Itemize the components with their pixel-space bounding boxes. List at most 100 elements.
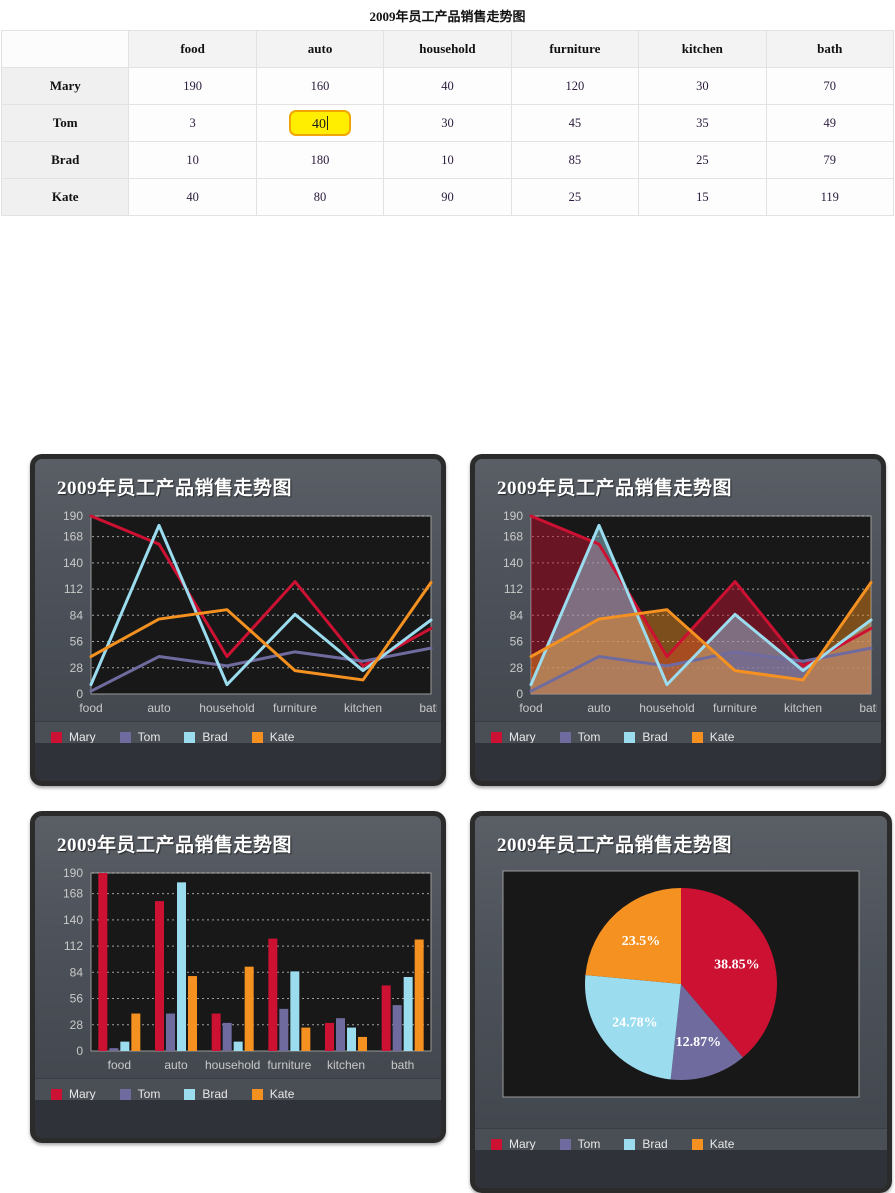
legend-label: Kate (709, 730, 735, 744)
legend-item-mary[interactable]: Mary (491, 1137, 536, 1151)
legend-label: Tom (137, 730, 161, 744)
svg-text:auto: auto (587, 701, 611, 715)
legend-item-tom[interactable]: Tom (119, 730, 161, 744)
panel-line-footer (35, 743, 441, 781)
cell-tom-bath[interactable]: 49 (765, 104, 895, 142)
legend-item-tom[interactable]: Tom (119, 1087, 160, 1101)
panel-area-title: 2009年员工产品销售走势图 (497, 478, 733, 499)
cell-kate-bath[interactable]: 119 (765, 178, 895, 216)
cell-mary-bath[interactable]: 70 (765, 67, 895, 105)
table-row: Mary 190 160 40 120 30 70 (0, 67, 895, 105)
legend-swatch-icon (119, 731, 131, 743)
page-title: 2009年员工产品销售走势图 (369, 9, 526, 24)
legend-item-brad[interactable]: Brad (184, 730, 228, 744)
area-chart-plot: 0 28 56 84 112 140 168 190 food auto household furn… (489, 508, 877, 726)
cell-tom-household[interactable]: 30 (383, 104, 512, 142)
svg-text:56: 56 (70, 635, 84, 649)
legend-item-brad[interactable]: Brad (624, 1137, 668, 1151)
legend-label: Tom (577, 730, 601, 744)
cell-kate-kitchen[interactable]: 15 (638, 178, 767, 216)
svg-text:23.5%: 23.5% (622, 934, 661, 949)
svg-text:kitchen: kitchen (344, 701, 382, 715)
svg-text:bath: bath (391, 1058, 414, 1072)
legend-swatch-icon (251, 731, 263, 743)
column-header-auto: auto (255, 30, 385, 68)
legend-swatch-icon (559, 1138, 571, 1150)
sales-data-table: food auto household furniture kitchen ba… (0, 30, 895, 216)
cell-mary-auto[interactable]: 160 (255, 67, 385, 105)
bar-chart-svg: 0285684112140168190food auto household furn… (63, 866, 432, 1072)
line-chart-plot: 0 28 56 84 112 140 168 190 food auto household furn… (49, 508, 437, 726)
panel-line-chart: 2009年员工产品销售走势图 0 28 56 84 112 140 168 190 food au… (30, 454, 446, 786)
text-cursor (327, 116, 329, 130)
cell-brad-household[interactable]: 10 (383, 141, 512, 179)
cell-tom-furniture[interactable]: 45 (510, 104, 640, 142)
legend-label: Mary (69, 730, 96, 744)
legend-item-kate[interactable]: Kate (691, 730, 735, 744)
svg-text:bath: bath (419, 701, 437, 715)
legend-swatch-icon (624, 731, 636, 743)
legend-item-mary[interactable]: Mary (51, 1087, 96, 1101)
cell-mary-food[interactable]: 190 (128, 67, 257, 105)
cell-mary-household[interactable]: 40 (383, 67, 512, 105)
svg-text:furniture: furniture (273, 701, 317, 715)
cell-brad-furniture[interactable]: 85 (510, 141, 640, 179)
panel-area-chart: 2009年员工产品销售走势图 0 28 56 84 112 140 168 190 food au… (470, 454, 886, 786)
legend-swatch-icon (251, 1088, 263, 1100)
svg-text:112: 112 (504, 582, 523, 596)
cell-mary-kitchen[interactable]: 30 (638, 67, 767, 105)
svg-text:household: household (199, 701, 254, 715)
cell-brad-food[interactable]: 10 (128, 141, 257, 179)
cell-kate-furniture[interactable]: 25 (510, 178, 640, 216)
column-header-furniture: furniture (510, 30, 640, 68)
column-header-kitchen: kitchen (638, 30, 767, 68)
column-header-household: household (383, 30, 512, 68)
panel-pie-title: 2009年员工产品销售走势图 (497, 835, 733, 856)
cell-tom-food[interactable]: 3 (128, 104, 257, 142)
cell-tom-auto[interactable]: 40 (255, 104, 385, 142)
legend-item-kate[interactable]: Kate (691, 1137, 735, 1151)
cell-brad-bath[interactable]: 79 (765, 141, 895, 179)
area-chart-svg: 0 28 56 84 112 140 168 190 food auto household furn… (503, 509, 877, 715)
legend-item-mary[interactable]: Mary (491, 730, 536, 744)
svg-text:112: 112 (64, 582, 83, 596)
table-row: Brad 10 180 10 85 25 79 (0, 141, 895, 179)
legend-item-kate[interactable]: Kate (251, 730, 294, 744)
svg-text:furniture: furniture (267, 1058, 311, 1072)
legend-label: Mary (509, 1137, 536, 1151)
svg-text:food: food (108, 1058, 131, 1072)
svg-text:168: 168 (503, 530, 523, 544)
legend-label: Brad (202, 1087, 228, 1101)
legend-item-brad[interactable]: Brad (184, 1087, 228, 1101)
table-header-row: food auto household furniture kitchen ba… (0, 30, 895, 68)
legend-label: Kate (709, 1137, 735, 1151)
cell-kate-household[interactable]: 90 (383, 178, 512, 216)
legend-swatch-icon (184, 1088, 196, 1100)
legend-swatch-icon (51, 1088, 62, 1100)
cell-brad-auto[interactable]: 180 (255, 141, 385, 179)
cell-brad-kitchen[interactable]: 25 (638, 141, 767, 179)
cell-mary-furniture[interactable]: 120 (510, 67, 640, 105)
panel-line-title: 2009年员工产品销售走势图 (57, 478, 293, 499)
table-row: Kate 40 80 90 25 15 119 (0, 178, 895, 216)
cell-tom-kitchen[interactable]: 35 (638, 104, 767, 142)
cell-kate-food[interactable]: 40 (128, 178, 257, 216)
table-row: Tom 3 40 30 45 35 49 (0, 104, 895, 142)
panel-bar-title: 2009年员工产品销售走势图 (57, 835, 293, 856)
svg-text:28: 28 (70, 661, 84, 675)
legend-item-brad[interactable]: Brad (624, 730, 668, 744)
svg-text:bath: bath (859, 701, 877, 715)
legend-swatch-icon (119, 1088, 131, 1100)
svg-text:168: 168 (63, 887, 83, 901)
legend-item-tom[interactable]: Tom (559, 1137, 601, 1151)
legend-item-mary[interactable]: Mary (51, 730, 96, 744)
legend-label: Tom (577, 1137, 601, 1151)
legend-swatch-icon (624, 1138, 636, 1150)
cell-kate-auto[interactable]: 80 (255, 178, 385, 216)
cell-edit-value: 40 (312, 117, 327, 132)
legend-swatch-icon (51, 731, 62, 743)
bar-chart-plot: 0 28 56 84 112 140 168 190 food auto household furn… (49, 865, 432, 1083)
legend-item-kate[interactable]: Kate (251, 1087, 294, 1101)
cell-edit-input[interactable]: 40 (289, 110, 352, 136)
legend-item-tom[interactable]: Tom (559, 730, 601, 744)
